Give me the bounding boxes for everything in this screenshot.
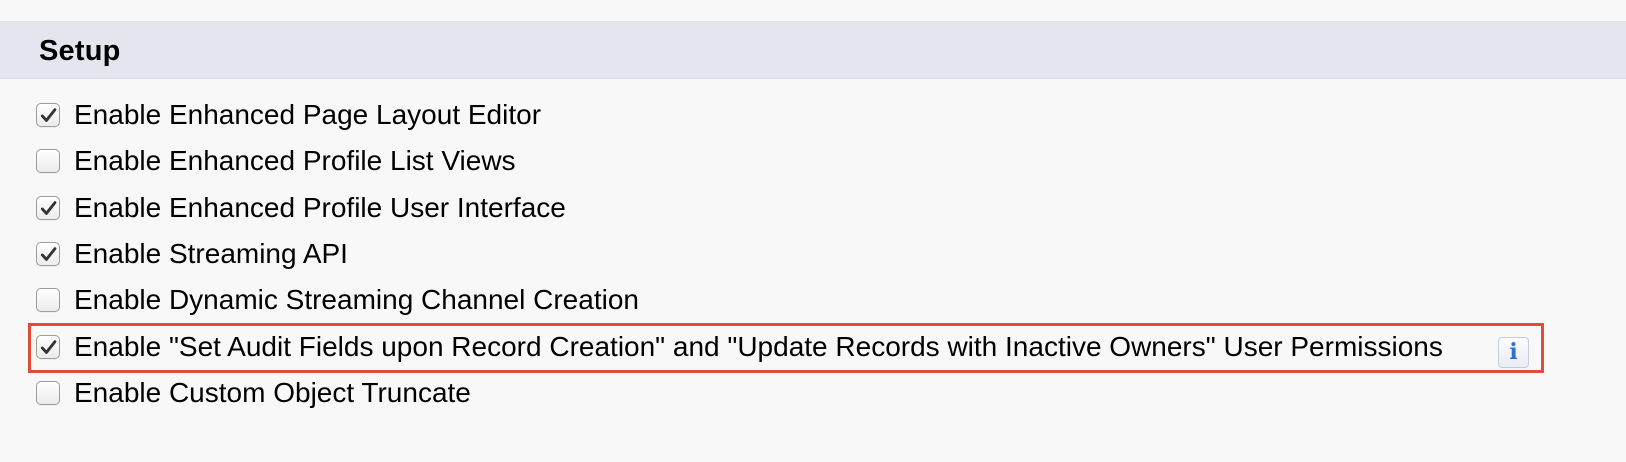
section-title: Setup	[39, 35, 121, 67]
option-enhanced-profile-list-views[interactable]: Enable Enhanced Profile List Views	[36, 141, 516, 181]
checkbox-streaming-api[interactable]	[36, 242, 60, 266]
checkbox-enhanced-profile-list-views[interactable]	[36, 149, 60, 173]
checkbox-enhanced-profile-user-interface[interactable]	[36, 196, 60, 220]
option-label[interactable]: Enable Dynamic Streaming Channel Creatio…	[74, 280, 639, 320]
option-label[interactable]: Enable Enhanced Profile User Interface	[74, 188, 566, 228]
option-enhanced-profile-user-interface[interactable]: Enable Enhanced Profile User Interface	[36, 188, 566, 228]
option-audit-fields-user-permissions[interactable]: Enable "Set Audit Fields upon Record Cre…	[36, 327, 1443, 367]
checkbox-custom-object-truncate[interactable]	[36, 381, 60, 405]
option-enhanced-page-layout-editor[interactable]: Enable Enhanced Page Layout Editor	[36, 95, 541, 135]
checkbox-enhanced-page-layout-editor[interactable]	[36, 103, 60, 127]
option-label[interactable]: Enable Custom Object Truncate	[74, 373, 471, 413]
checkmark-icon	[40, 108, 57, 122]
option-streaming-api[interactable]: Enable Streaming API	[36, 234, 348, 274]
checkmark-icon	[40, 247, 57, 261]
option-label[interactable]: Enable Enhanced Profile List Views	[74, 141, 516, 181]
checkmark-icon	[40, 340, 57, 354]
checkmark-icon	[40, 201, 57, 215]
info-icon: i	[1509, 338, 1518, 365]
option-label[interactable]: Enable Enhanced Page Layout Editor	[74, 95, 541, 135]
checkbox-dynamic-streaming-channel-creation[interactable]	[36, 288, 60, 312]
checkbox-audit-fields-user-permissions[interactable]	[36, 335, 60, 359]
info-icon-button[interactable]: i	[1498, 337, 1529, 368]
option-label[interactable]: Enable Streaming API	[74, 234, 348, 274]
option-dynamic-streaming-channel-creation[interactable]: Enable Dynamic Streaming Channel Creatio…	[36, 280, 639, 320]
setup-section-header: Setup	[0, 21, 1626, 79]
option-custom-object-truncate[interactable]: Enable Custom Object Truncate	[36, 373, 471, 413]
setup-panel: Setup Enable Enhanced Page Layout Editor…	[0, 0, 1626, 462]
option-label[interactable]: Enable "Set Audit Fields upon Record Cre…	[74, 327, 1443, 367]
